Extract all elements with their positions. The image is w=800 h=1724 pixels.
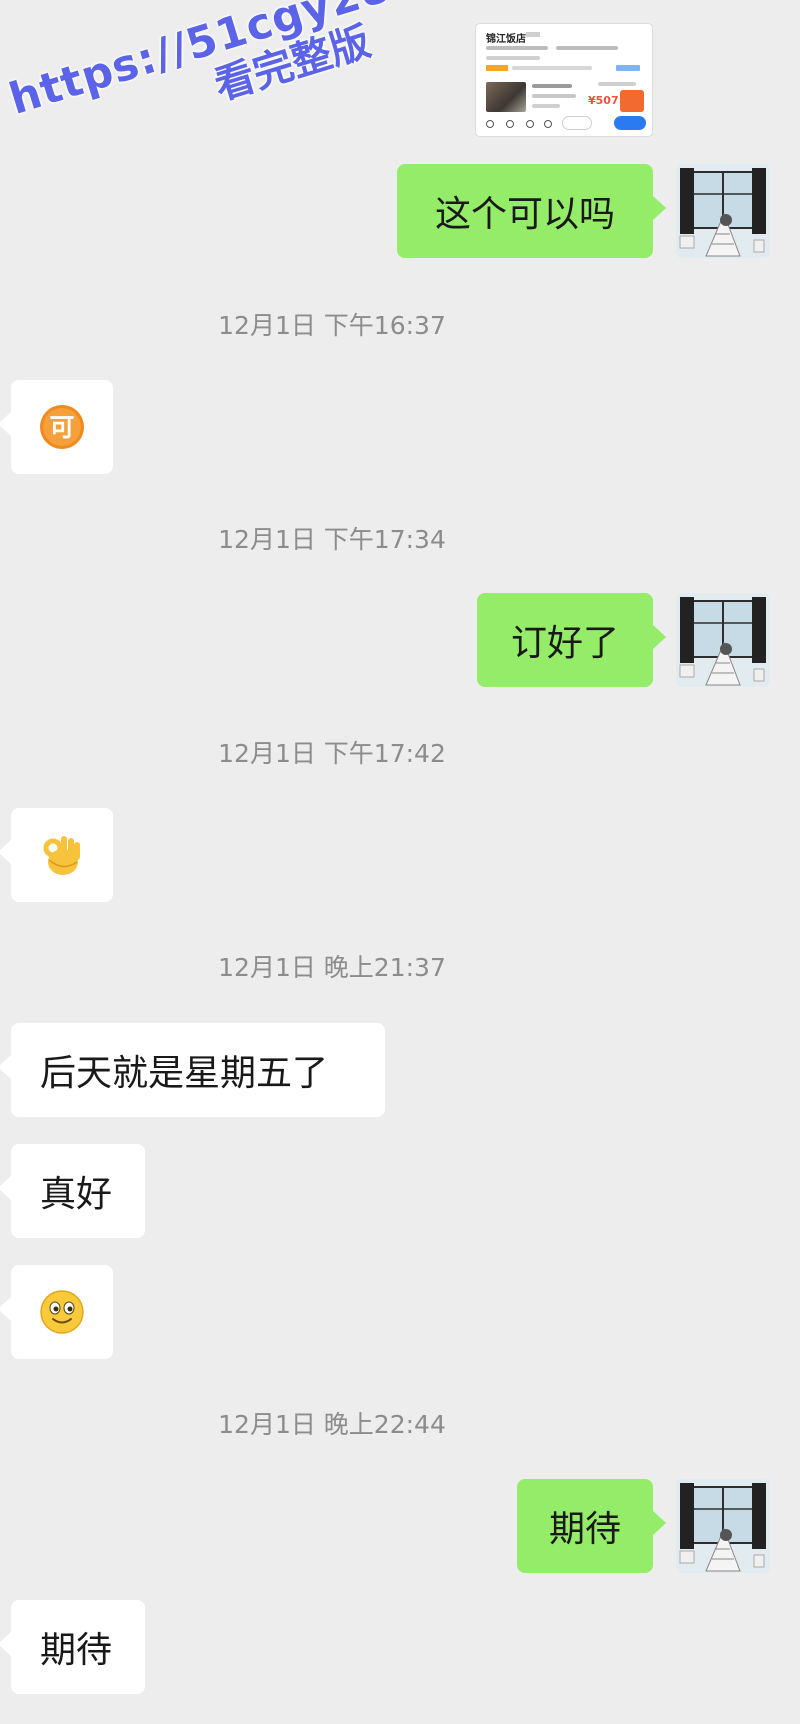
message-timestamp: 12月1日 下午17:34: [218, 525, 446, 554]
message-text: 订好了: [510, 623, 619, 664]
my-avatar[interactable]: [676, 1479, 770, 1573]
incoming-message-bubble[interactable]: 可: [0, 380, 113, 474]
shared-card-line: [486, 46, 548, 50]
message-timestamp: 12月1日 晚上21:37: [218, 953, 446, 982]
ke-character-icon: 可: [40, 405, 84, 449]
smile-face-icon: 🙂: [40, 1290, 84, 1334]
window-scene-avatar-icon: [676, 1479, 770, 1573]
shared-card-title: 锦江饭店: [486, 34, 526, 45]
shared-card-line: [598, 82, 636, 86]
shared-card-star-icon: [506, 120, 514, 128]
shared-card-heart-icon: [544, 120, 552, 128]
message-timestamp: 12月1日 晚上22:44: [218, 1410, 446, 1439]
ok-hand-icon: 👌: [43, 836, 80, 875]
incoming-message-bubble[interactable]: 真好: [0, 1144, 145, 1238]
shared-card-line: [556, 46, 618, 50]
watermark-url: https://51cgy28.com: [3, 0, 512, 125]
shared-card-tag: [486, 65, 508, 71]
outgoing-message-bubble[interactable]: 订好了: [477, 593, 666, 687]
incoming-message-bubble[interactable]: 期待: [0, 1600, 145, 1694]
message-timestamp: 12月1日 下午17:42: [218, 739, 446, 768]
outgoing-message-bubble[interactable]: 这个可以吗: [397, 164, 666, 258]
incoming-message-bubble[interactable]: 👌: [0, 808, 113, 902]
watermark-subtitle: 看完整版: [209, 19, 376, 110]
shared-card-grey-pill: [562, 116, 592, 130]
message-text: 期待: [40, 1630, 113, 1671]
outgoing-message-bubble[interactable]: 期待: [517, 1479, 666, 1573]
message-text: 真好: [40, 1174, 113, 1215]
shared-card-line: [512, 66, 592, 70]
shared-card-line: [532, 84, 572, 88]
message-text: 这个可以吗: [434, 194, 615, 235]
incoming-message-bubble[interactable]: 🙂: [0, 1265, 113, 1359]
window-scene-avatar-icon: [676, 164, 770, 258]
message-timestamp: 12月1日 下午16:37: [218, 311, 446, 340]
shared-card-line: [486, 56, 540, 60]
window-scene-avatar-icon: [676, 593, 770, 687]
shared-card-book-button: [620, 90, 644, 112]
shared-card-price: ¥507: [588, 94, 619, 107]
shared-card-line: [532, 104, 560, 108]
message-text: 期待: [548, 1509, 621, 1550]
shared-card-line: [532, 94, 576, 98]
watermark: https://51cgy28.com 看完整版: [4, 0, 529, 167]
message-text: 后天就是星期五了: [40, 1053, 329, 1094]
shared-screenshot-image[interactable]: 锦江饭店 ¥507: [476, 24, 652, 136]
incoming-message-bubble[interactable]: 后天就是星期五了: [0, 1023, 385, 1117]
shared-card-subtag: [526, 32, 540, 37]
my-avatar[interactable]: [676, 593, 770, 687]
shared-card-tag: [616, 65, 640, 71]
my-avatar[interactable]: [676, 164, 770, 258]
shared-card-chat-icon: [486, 120, 494, 128]
shared-card-room-photo: [486, 82, 526, 112]
shared-card-blue-pill: [614, 116, 646, 130]
shared-card-share-icon: [526, 120, 534, 128]
ke-character-text: 可: [49, 413, 74, 442]
